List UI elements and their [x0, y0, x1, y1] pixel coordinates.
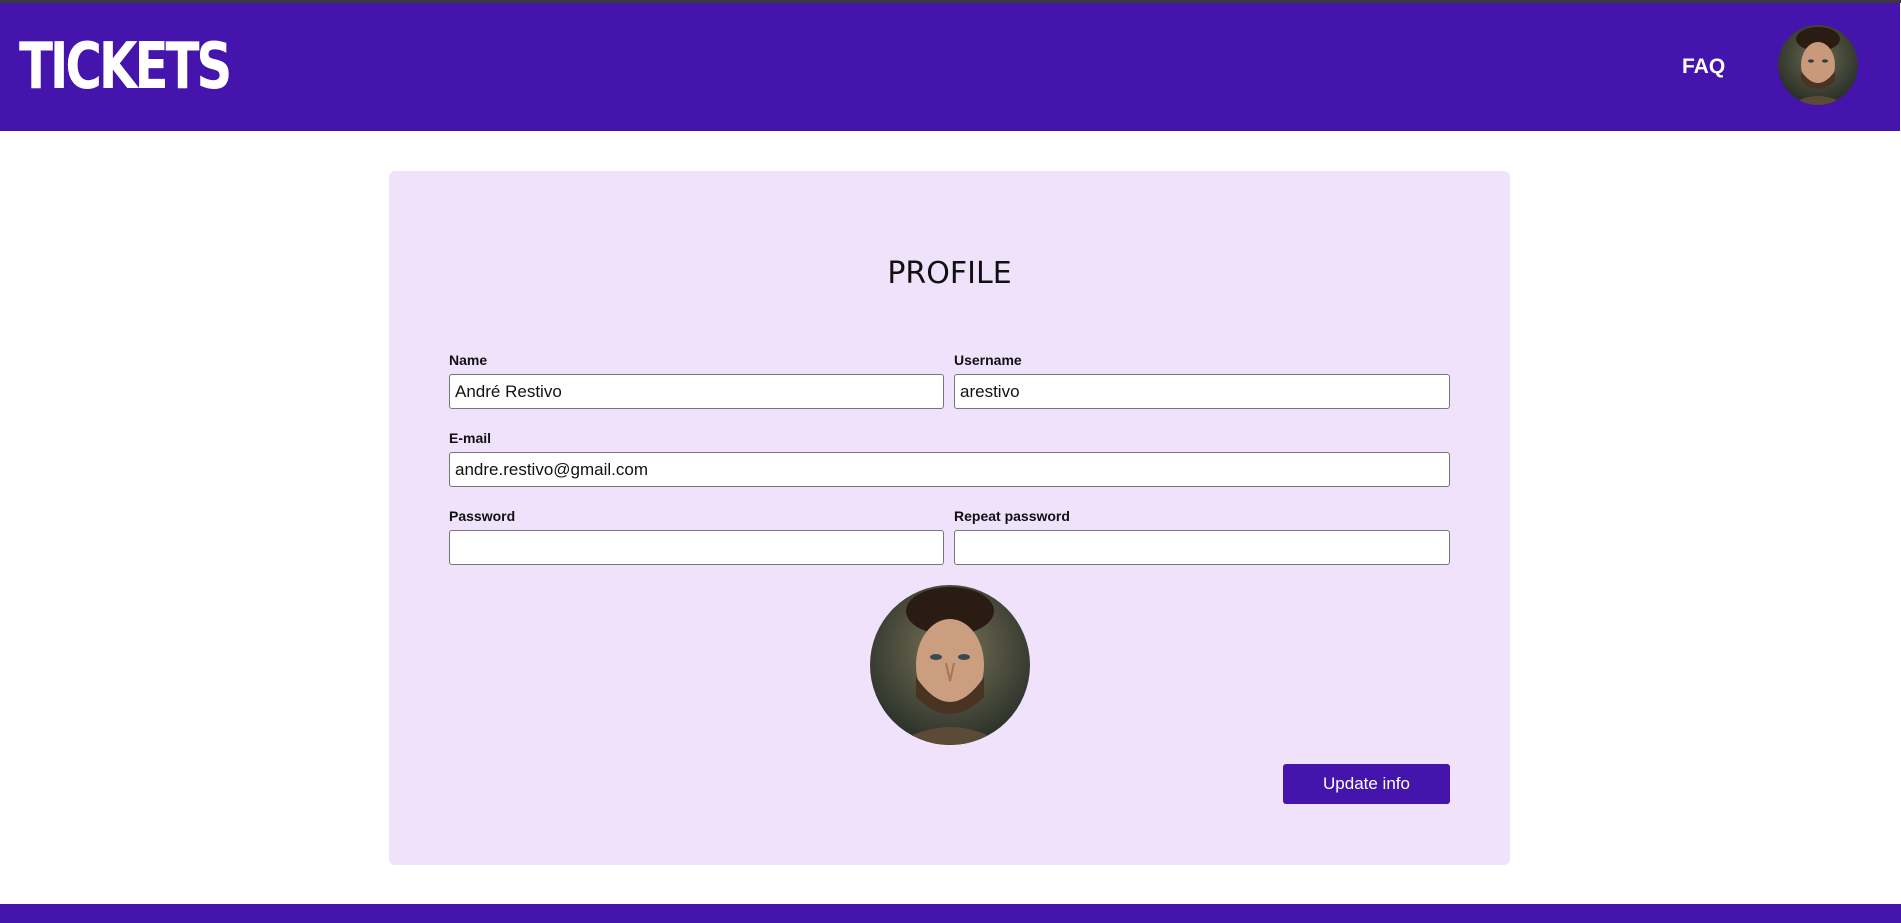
page: TICKETS FAQ PROFILE Name André Restivo U…: [0, 0, 1901, 923]
username-input[interactable]: [954, 374, 1450, 409]
username-label: Username: [954, 352, 1022, 368]
update-info-button[interactable]: Update info: [1283, 764, 1450, 804]
faq-link[interactable]: FAQ: [1682, 55, 1725, 79]
profile-photo-icon[interactable]: [870, 585, 1030, 745]
profile-photo-image: [870, 585, 1030, 745]
profile-card: PROFILE Name Username E-mail Password Re…: [389, 171, 1510, 865]
site-logo[interactable]: TICKETS: [19, 31, 232, 103]
page-title: PROFILE: [887, 256, 1012, 291]
repeat-password-label: Repeat password: [954, 508, 1070, 524]
password-input[interactable]: [449, 530, 944, 565]
name-input[interactable]: [449, 374, 944, 409]
repeat-password-input[interactable]: [954, 530, 1450, 565]
header-avatar-image: [1778, 25, 1858, 105]
name-label: Name: [449, 352, 488, 368]
email-label: E-mail: [449, 430, 492, 446]
site-footer: [0, 904, 1901, 923]
email-input[interactable]: [449, 452, 1450, 487]
password-label: Password: [449, 508, 516, 524]
site-header: TICKETS FAQ: [0, 3, 1900, 131]
header-avatar-icon[interactable]: [1778, 25, 1858, 105]
